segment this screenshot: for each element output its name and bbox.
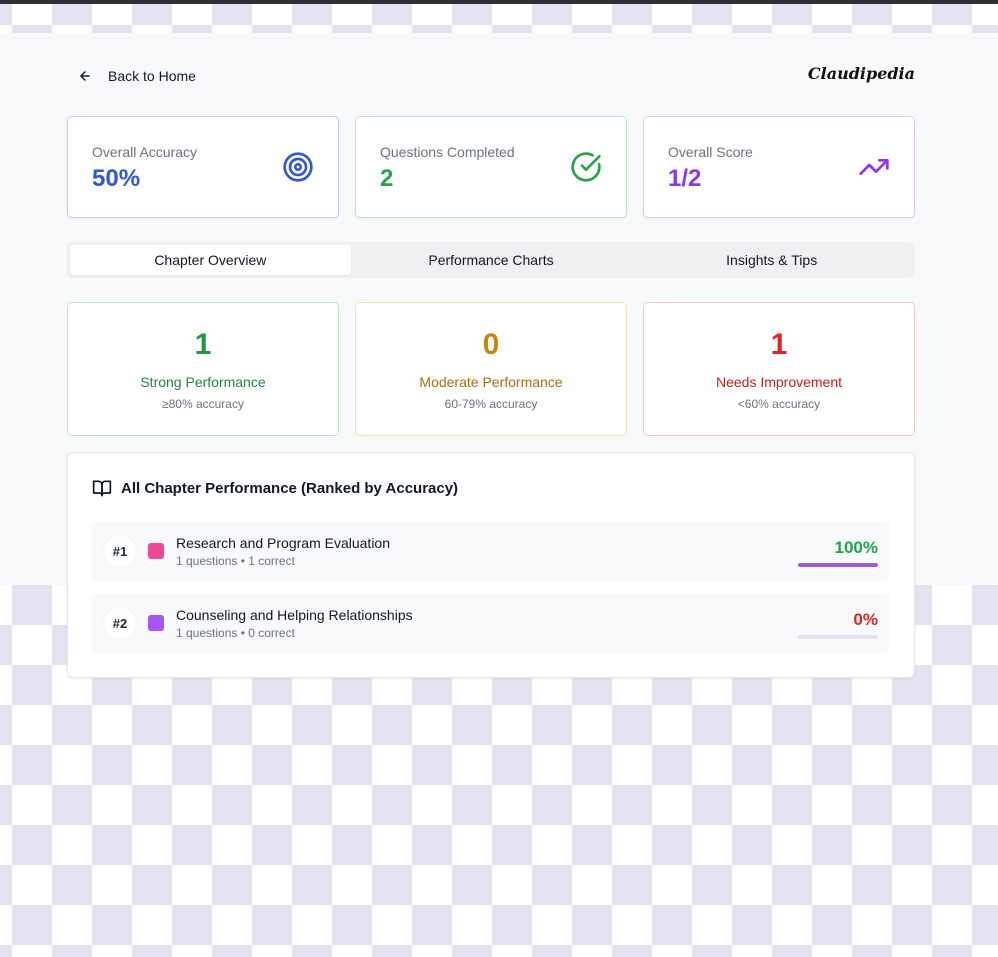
performance-title: Strong Performance [140,374,266,390]
back-label: Back to Home [108,68,196,84]
accuracy-bar-fill [798,563,878,567]
performance-title: Moderate Performance [419,374,563,390]
chapter-row[interactable]: #1 Research and Program Evaluation 1 que… [92,521,890,581]
book-open-icon [92,480,112,497]
performance-count: 1 [194,328,212,361]
arrow-left-icon [80,71,90,81]
tab-bar: Chapter Overview Performance Charts Insi… [67,242,915,278]
stat-label: Questions Completed [380,144,515,160]
chapter-name: Research and Program Evaluation [176,535,391,551]
chapter-accuracy: 0% [853,610,878,629]
tab-performance-charts[interactable]: Performance Charts [351,245,632,275]
needs-improvement-card: 1 Needs Improvement <60% accuracy [643,302,915,436]
overall-score-card: Overall Score 1/2 [643,116,915,218]
chapter-color-swatch [148,615,164,631]
stat-label: Overall Score [668,144,753,160]
card-title: All Chapter Performance (Ranked by Accur… [121,479,459,497]
stat-value: 50% [92,165,141,192]
check-circle-icon [571,152,601,182]
accuracy-bar [798,563,878,567]
stat-value: 1/2 [668,165,702,192]
chapter-accuracy: 100% [834,538,878,557]
chapter-meta: 1 questions • 1 correct [176,554,295,568]
overall-accuracy-card: Overall Accuracy 50% [67,116,339,218]
performance-count: 0 [482,328,500,361]
performance-count: 1 [770,328,788,361]
stat-value: 2 [380,165,394,192]
rank-badge: #2 [104,607,136,639]
card-header: All Chapter Performance (Ranked by Accur… [92,478,458,498]
rank-badge: #1 [104,535,136,567]
moderate-performance-card: 0 Moderate Performance 60-79% accuracy [355,302,627,436]
back-to-home-link[interactable]: Back to Home [78,66,196,86]
strong-performance-card: 1 Strong Performance ≥80% accuracy [67,302,339,436]
performance-title: Needs Improvement [715,374,843,390]
tab-insights-tips[interactable]: Insights & Tips [631,245,912,275]
stat-label: Overall Accuracy [92,144,198,160]
questions-completed-card: Questions Completed 2 [355,116,627,218]
chapter-row[interactable]: #2 Counseling and Helping Relationships … [92,593,890,653]
performance-range: <60% accuracy [737,397,821,411]
chapter-performance-card: All Chapter Performance (Ranked by Accur… [67,452,915,678]
trending-up-icon [859,159,889,175]
performance-range: ≥80% accuracy [162,397,244,411]
chapter-meta: 1 questions • 0 correct [176,626,295,640]
brand-logo[interactable]: Claudipedia [808,64,915,83]
chapter-name: Counseling and Helping Relationships [176,607,413,623]
chapter-color-swatch [148,543,164,559]
accuracy-bar [798,635,878,639]
tab-chapter-overview[interactable]: Chapter Overview [70,245,351,275]
window-top-bar [0,0,998,4]
target-icon [283,152,313,182]
performance-range: 60-79% accuracy [444,397,538,411]
